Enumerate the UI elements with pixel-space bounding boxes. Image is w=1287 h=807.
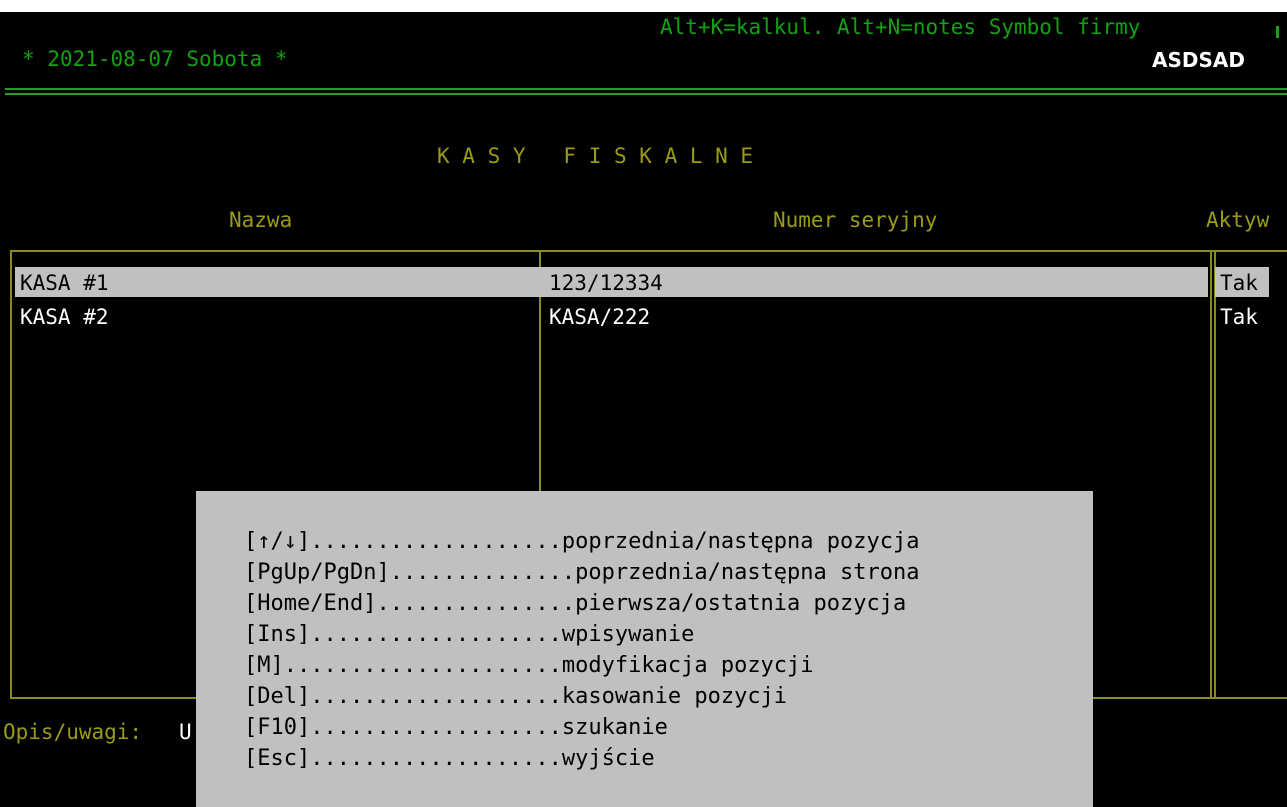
column-header-name[interactable]: Nazwa <box>229 210 292 231</box>
page-title: K A S Y F I S K A L N E <box>437 144 754 168</box>
date-line: * 2021-08-07 Sobota * <box>22 47 288 71</box>
window-top-strip <box>0 0 1287 12</box>
company-symbol: ASDSAD <box>1152 48 1245 72</box>
row-name[interactable]: KASA #2 <box>20 307 109 328</box>
help-line-nav-position: [↑/↓]...................poprzednia/nastę… <box>244 529 920 554</box>
row-active[interactable]: Tak <box>1220 307 1258 328</box>
column-header-serial[interactable]: Numer seryjny <box>773 210 937 231</box>
row-serial[interactable]: 123/12334 <box>549 273 663 294</box>
help-line-search: [F10]...................szukanie <box>244 715 668 740</box>
row-active[interactable]: Tak <box>1220 273 1258 294</box>
row-name[interactable]: KASA #1 <box>20 273 109 294</box>
frame-top <box>10 250 1287 252</box>
hotkeys-hint: Alt+K=kalkul. Alt+N=notes Symbol firmy <box>660 15 1141 39</box>
header-divider-top <box>5 88 1287 90</box>
opis-label: Opis/uwagi: <box>3 720 143 744</box>
top-right-marker <box>1276 26 1279 38</box>
row-serial[interactable]: KASA/222 <box>549 307 650 328</box>
help-line-nav-page: [PgUp/PgDn]..............poprzednia/nast… <box>244 560 920 585</box>
frame-left <box>10 250 12 699</box>
frame-col-divider-3 <box>1214 250 1216 699</box>
help-line-delete: [Del]...................kasowanie pozycj… <box>244 684 788 709</box>
help-panel: [↑/↓]...................poprzednia/nastę… <box>196 491 1093 807</box>
help-line-first-last: [Home/End]...............pierwsza/ostatn… <box>244 591 907 616</box>
help-line-insert: [Ins]...................wpisywanie <box>244 622 695 647</box>
column-header-active[interactable]: Aktyw <box>1206 210 1269 231</box>
opis-value[interactable]: U <box>179 722 192 743</box>
help-line-exit: [Esc]...................wyjście <box>244 746 655 771</box>
help-line-modify: [M].....................modyfikacja pozy… <box>244 653 814 678</box>
header-divider-bottom <box>5 93 1287 95</box>
frame-col-divider-2 <box>1210 250 1212 699</box>
